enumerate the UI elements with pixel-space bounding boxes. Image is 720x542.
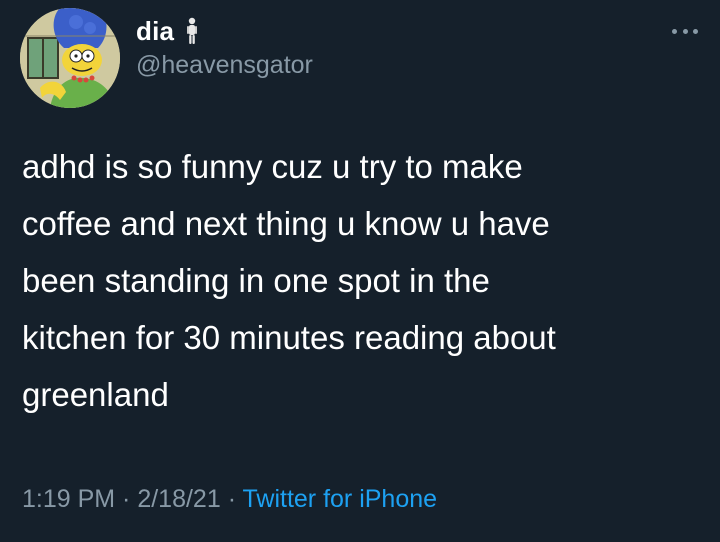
dot: [682, 28, 688, 34]
author-name-row[interactable]: dia: [136, 14, 200, 48]
meta-separator: ·: [115, 485, 138, 513]
tweet-card: dia @heavensgator adhd is so funny cuz u…: [0, 0, 720, 542]
tweet-meta: 1:19 PM · 2/18/21 · Twitter for iPhone: [22, 484, 437, 514]
tweet-date[interactable]: 2/18/21: [137, 485, 220, 513]
tweet-source-link[interactable]: Twitter for iPhone: [243, 485, 438, 513]
avatar[interactable]: [20, 8, 120, 108]
dot: [672, 28, 677, 34]
person-standing-emoji-icon: [187, 17, 198, 44]
avatar-image: [20, 8, 120, 108]
more-dots-icon[interactable]: [672, 26, 698, 36]
tweet-time[interactable]: 1:19 PM: [22, 485, 115, 513]
display-name[interactable]: dia: [136, 16, 174, 46]
meta-separator: ·: [220, 485, 243, 513]
tweet-text: adhd is so funny cuz u try to make coffe…: [22, 148, 556, 413]
user-handle[interactable]: @heavensgator: [136, 50, 313, 80]
dot: [693, 28, 698, 34]
